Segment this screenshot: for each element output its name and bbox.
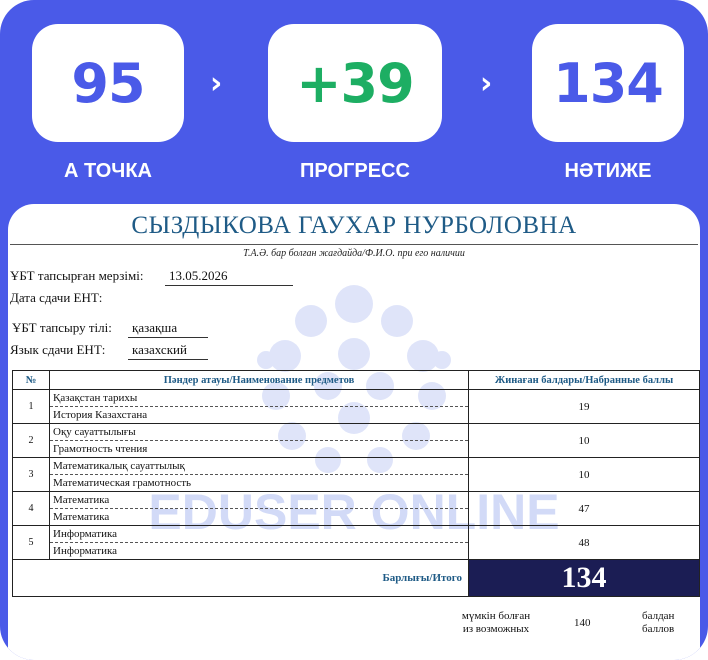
start-label: А ТОЧКА — [64, 160, 152, 182]
subject-name-ru: История Казахстана — [53, 409, 148, 421]
result-card: 95 › +39 › 134 А ТОЧКА ПРОГРЕСС НӘТИЖЕ E… — [0, 0, 708, 660]
table-row: 1 Қазақстан тарихы История Казахстана 19 — [12, 389, 700, 424]
column-number: № — [12, 370, 50, 390]
start-score-value: 95 — [71, 51, 145, 115]
result-score-value: 134 — [553, 51, 664, 115]
date-label-kz: ҰБТ тапсырған мерзімі: — [10, 268, 144, 283]
table-row: 5 Информатика Информатика 48 — [12, 525, 700, 560]
table-row: 4 Математика Математика 47 — [12, 491, 700, 526]
row-number: 3 — [12, 457, 50, 492]
subject-name-kz: Қазақстан тарихы — [50, 390, 468, 407]
column-score: Жинаған балдары/Набранные баллы — [468, 370, 700, 390]
subject-name-ru: Грамотность чтения — [53, 443, 148, 455]
results-table: № Пәндер атауы/Наименование предметов Жи… — [12, 370, 700, 597]
subject-score: 47 — [468, 491, 700, 526]
table-row: 2 Оқу сауаттылығы Грамотность чтения 10 — [12, 423, 700, 458]
subject-name-kz: Математикалық сауаттылық — [50, 458, 468, 475]
progress-box: +39 — [268, 24, 442, 142]
subject-name-kz: Математика — [50, 492, 468, 509]
subject-score: 48 — [468, 525, 700, 560]
start-score-box: 95 — [32, 24, 184, 142]
result-label: НӘТИЖЕ — [564, 160, 652, 182]
total-row: Барлығы/Итого 134 — [12, 559, 700, 597]
certificate: EDUSER ONLINE СЫЗДЫКОВА ГАУХАР НУРБОЛОВН… — [8, 204, 700, 660]
row-number: 4 — [12, 491, 50, 526]
result-score-box: 134 — [532, 24, 684, 142]
total-score: 134 — [468, 559, 700, 597]
subject-name-ru: Математическая грамотность — [53, 477, 192, 489]
subject-score: 10 — [468, 457, 700, 492]
chevron-right-icon: › — [210, 66, 223, 101]
language-value-ru: казахский — [128, 342, 208, 360]
row-number: 1 — [12, 389, 50, 424]
progress-value: +39 — [296, 51, 414, 115]
points-label-ru: баллов — [642, 623, 675, 635]
subject-cell: Қазақстан тарихы История Казахстана — [49, 389, 469, 424]
date-label-ru: Дата сдачи ЕНТ: — [10, 290, 103, 305]
possible-label-kz: мүмкін болған — [461, 610, 531, 622]
points-label-kz: балдан — [642, 610, 675, 622]
language-label-ru: Язык сдачи ЕНТ: — [10, 342, 106, 357]
column-subject: Пәндер атауы/Наименование предметов — [49, 370, 469, 390]
subject-name-kz: Оқу сауаттылығы — [50, 424, 468, 441]
name-note: Т.А.Ә. бар болған жағдайда/Ф.И.О. при ег… — [243, 248, 465, 259]
subject-cell: Оқу сауаттылығы Грамотность чтения — [49, 423, 469, 458]
possible-label: мүмкін болған из возможных — [456, 610, 536, 636]
progress-label: ПРОГРЕСС — [300, 160, 410, 182]
student-name: СЫЗДЫКОВА ГАУХАР НУРБОЛОВНА — [131, 212, 577, 239]
chevron-right-icon: › — [480, 66, 493, 101]
row-number: 2 — [12, 423, 50, 458]
points-label: балдан баллов — [642, 610, 674, 636]
language-value-kz: қазақша — [128, 320, 208, 338]
subject-name-ru: Информатика — [53, 545, 118, 557]
subject-name-kz: Информатика — [50, 526, 468, 543]
subject-cell: Информатика Информатика — [49, 525, 469, 560]
subject-score: 19 — [468, 389, 700, 424]
table-row: 3 Математикалық сауаттылық Математическа… — [12, 457, 700, 492]
subject-score: 10 — [468, 423, 700, 458]
name-divider — [10, 244, 698, 245]
date-value: 13.05.2026 — [165, 268, 293, 286]
possible-label-ru: из возможных — [462, 623, 530, 635]
table-header-row: № Пәндер атауы/Наименование предметов Жи… — [12, 370, 700, 390]
max-score: 140 — [574, 617, 591, 629]
subject-cell: Математикалық сауаттылық Математическая … — [49, 457, 469, 492]
subject-cell: Математика Математика — [49, 491, 469, 526]
subject-name-ru: Математика — [53, 511, 110, 523]
total-label: Барлығы/Итого — [12, 559, 469, 597]
row-number: 5 — [12, 525, 50, 560]
language-label-kz: ҰБТ тапсыру тілі: — [12, 320, 112, 335]
